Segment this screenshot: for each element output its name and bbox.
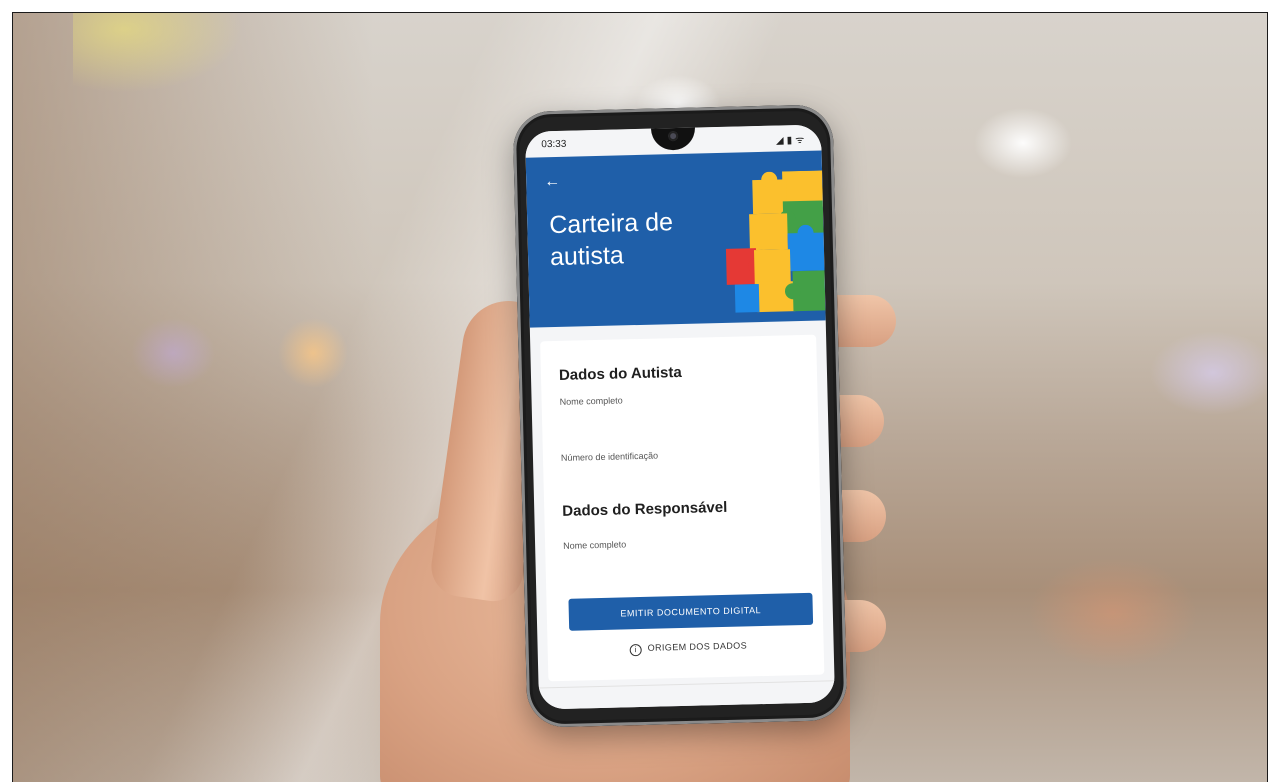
bottom-navigation-area: [538, 680, 836, 710]
info-icon: i: [629, 644, 642, 657]
battery-icon: ▮: [786, 135, 796, 147]
page-title: Carteira de autista: [548, 208, 674, 272]
status-time: 03:33: [541, 138, 567, 151]
camera-notch: [650, 125, 696, 151]
arrow-left-icon[interactable]: ←: [544, 173, 560, 191]
form-card: Dados do Autista Nome completo Número de…: [540, 334, 825, 682]
autista-id-field[interactable]: Número de identificação: [561, 451, 658, 463]
phone-screen: 03:33 ◢▮ᯤ ← Carteira de autista Dados do…: [525, 124, 836, 710]
background-blur-left: [13, 13, 373, 782]
background-blur-top: [73, 13, 243, 93]
puzzle-pieces-icon: [725, 170, 826, 313]
section-title-autista: Dados do Autista: [558, 363, 682, 384]
responsavel-name-field[interactable]: Nome completo: [563, 539, 626, 551]
emit-document-button[interactable]: EMITIR DOCUMENTO DIGITAL: [568, 592, 814, 631]
smartphone: 03:33 ◢▮ᯤ ← Carteira de autista Dados do…: [512, 104, 848, 728]
status-icons: ◢▮ᯤ: [776, 132, 808, 147]
photo-frame: 03:33 ◢▮ᯤ ← Carteira de autista Dados do…: [0, 0, 1278, 782]
app-header: ← Carteira de autista: [525, 150, 826, 328]
autista-name-field[interactable]: Nome completo: [559, 395, 622, 407]
front-camera-icon: [668, 130, 679, 142]
signal-icon: ◢: [775, 135, 787, 147]
origin-data-label: ORIGEM DOS DADOS: [647, 640, 748, 653]
wifi-icon: ᯤ: [795, 134, 808, 147]
section-title-responsavel: Dados do Responsável: [562, 498, 728, 520]
origin-data-link[interactable]: i ORIGEM DOS DADOS: [629, 640, 748, 657]
